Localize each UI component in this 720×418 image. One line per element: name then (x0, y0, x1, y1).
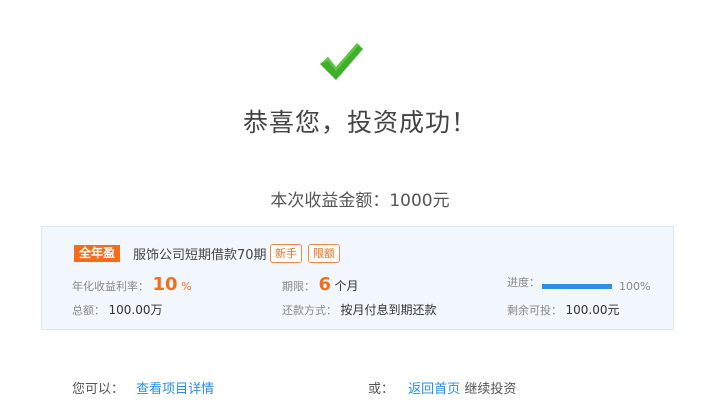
progress-label: 进度： (507, 276, 540, 289)
annual-rate: 年化收益利率： 10 % (72, 274, 192, 295)
continue-investing-text: 继续投资 (464, 382, 517, 397)
period-unit: 个月 (334, 279, 359, 293)
period: 期限： 6 个月 (282, 274, 359, 295)
annual-rate-label: 年化收益利率： (72, 280, 149, 293)
repayment-method: 还款方式： 按月付息到期还款 (282, 301, 437, 318)
checkmark-icon (320, 43, 363, 80)
tag-newbie: 新手 (270, 244, 302, 263)
annual-rate-value: 10 (152, 274, 178, 295)
view-details-link[interactable]: 查看项目详情 (136, 382, 214, 397)
total-label: 总额： (72, 304, 105, 317)
annual-rate-unit: % (181, 280, 192, 293)
period-label: 期限： (282, 280, 315, 293)
back-home-link[interactable]: 返回首页 (408, 382, 460, 397)
product-name: 服饰公司短期借款70期 (133, 248, 267, 263)
repayment-value: 按月付息到期还款 (340, 303, 437, 317)
progress-bar-fill (542, 284, 612, 289)
total-amount: 总额： 100.00万 (72, 301, 163, 318)
remaining-value: 100.00元 (565, 303, 620, 317)
footer-right: 或： 返回首页 继续投资 (368, 378, 516, 397)
tag-full-year: 全年盈 (74, 245, 121, 262)
or-label: 或： (368, 382, 395, 397)
total-value: 100.00万 (108, 303, 163, 317)
tag-limit: 限额 (308, 244, 340, 263)
you-can-label: 您可以： (72, 382, 125, 397)
period-value: 6 (318, 274, 332, 295)
repayment-label: 还款方式： (282, 304, 337, 317)
remaining-amount: 剩余可投： 100.00元 (507, 301, 620, 318)
remaining-label: 剩余可投： (507, 304, 562, 317)
success-title: 恭喜您，投资成功！ (242, 108, 477, 137)
earnings-amount: 本次收益金额：1000元 (270, 191, 450, 211)
progress-bar (542, 284, 612, 289)
product-card: 全年盈 服饰公司短期借款70期 新手 限额 年化收益利率： 10 % 期限： 6… (41, 226, 674, 330)
progress-percent: 100% (619, 280, 651, 293)
footer-left: 您可以： 查看项目详情 (72, 378, 214, 397)
